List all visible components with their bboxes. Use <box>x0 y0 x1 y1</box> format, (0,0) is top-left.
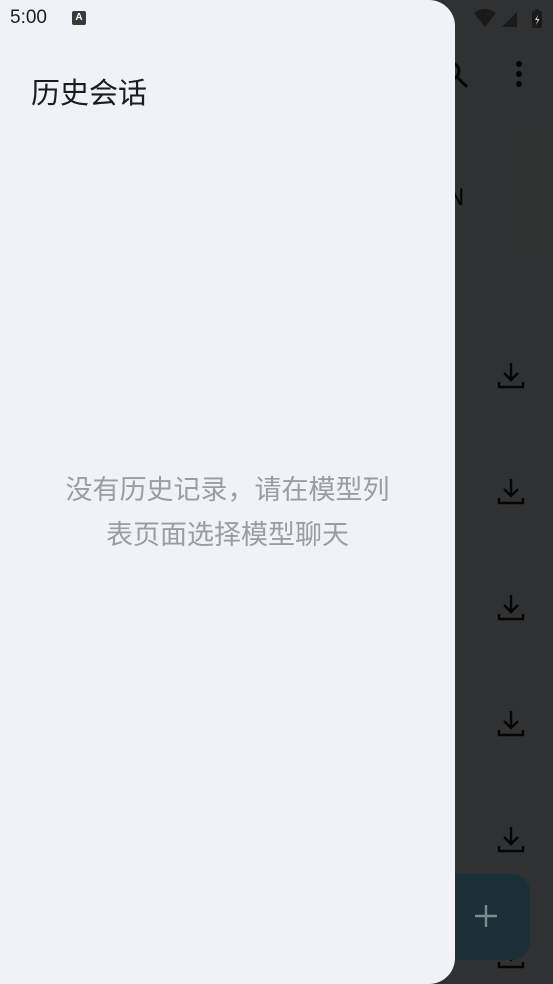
drawer-title: 历史会话 <box>31 76 148 110</box>
battery-icon <box>532 9 542 28</box>
status-indicators <box>474 9 542 28</box>
cell-signal-icon <box>502 12 517 27</box>
empty-message-line-2: 表页面选择模型聊天 <box>106 520 349 551</box>
empty-history-message: 没有历史记录，请在模型列 表页面选择模型聊天 <box>0 468 455 558</box>
history-drawer: 历史会话 没有历史记录，请在模型列 表页面选择模型聊天 <box>0 0 455 984</box>
plus-icon <box>475 905 497 927</box>
empty-message-line-1: 没有历史记录，请在模型列 <box>65 475 390 506</box>
wifi-icon <box>474 9 496 27</box>
notification-a-icon: A <box>72 11 86 25</box>
screen: N 历史会话 没有历史记录，请在模型列 表页面选择模型聊天 5:00 A <box>0 0 553 984</box>
status-time: 5:00 <box>10 7 47 28</box>
status-bar: 5:00 A <box>0 0 553 38</box>
